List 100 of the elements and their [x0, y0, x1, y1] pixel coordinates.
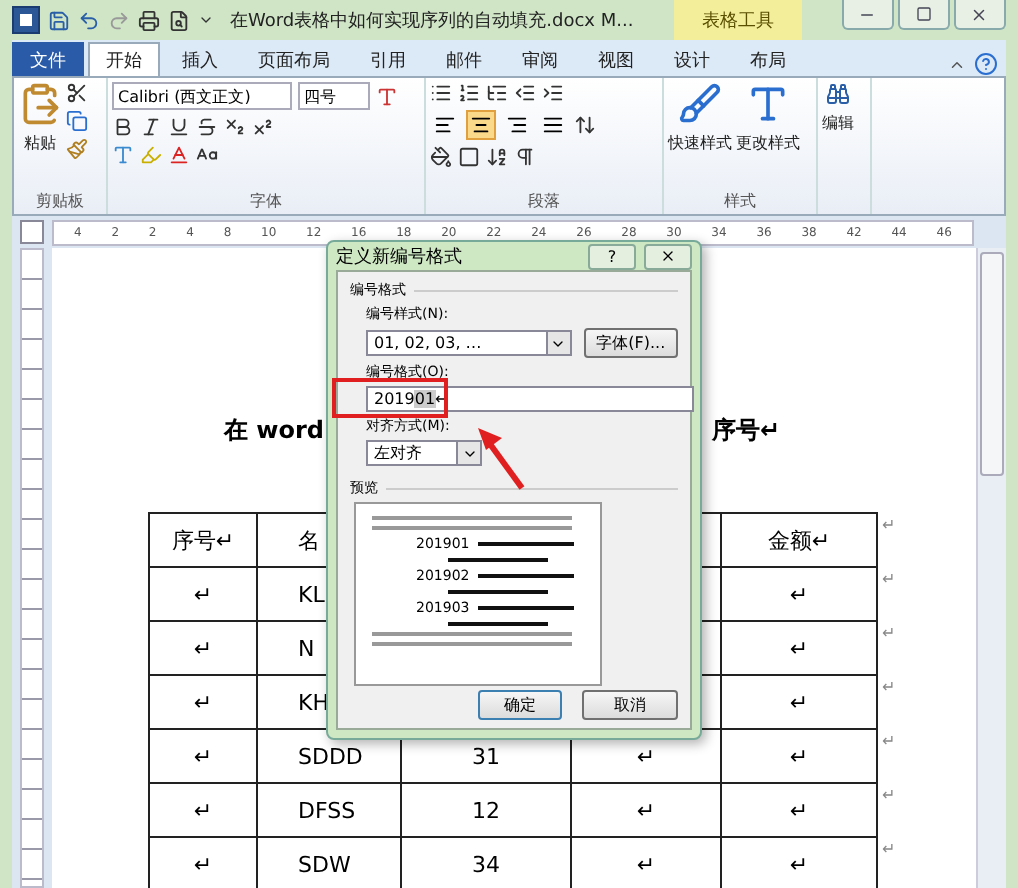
- print-icon[interactable]: [138, 9, 160, 31]
- ribbon-tab[interactable]: 开始: [88, 42, 160, 76]
- restore-button[interactable]: [897, 0, 950, 30]
- ribbon-tab[interactable]: 审阅: [504, 42, 576, 76]
- close-button[interactable]: [644, 243, 692, 269]
- strikethrough-icon[interactable]: [196, 116, 218, 138]
- close-icon: [660, 248, 676, 264]
- table-cell: SDDD: [298, 743, 363, 769]
- ribbon-tab[interactable]: 插入: [164, 42, 236, 76]
- ok-button[interactable]: 确定: [478, 690, 562, 720]
- quick-styles-button[interactable]: 快速样式: [668, 132, 732, 154]
- dialog-title: 定义新编号格式: [336, 245, 462, 269]
- number-style-select[interactable]: 01, 02, 03, …: [366, 330, 572, 356]
- bold-icon[interactable]: [112, 116, 134, 138]
- table-cell: ↵: [193, 851, 213, 877]
- ribbon-tab[interactable]: 布局: [732, 42, 804, 76]
- font-button[interactable]: 字体(F)...: [583, 328, 678, 358]
- superscript-icon[interactable]: [252, 116, 274, 138]
- table-cell: ↵: [636, 797, 656, 823]
- row-end-mark: ↵: [882, 785, 896, 803]
- table-cell: ↵: [193, 743, 213, 769]
- table-cell: 34: [472, 851, 500, 877]
- table-cell: 31: [472, 743, 500, 769]
- save-icon[interactable]: [48, 9, 70, 31]
- maximize-icon: [915, 6, 932, 22]
- group-label: 段落: [526, 190, 562, 214]
- row-end-mark: ↵: [882, 623, 896, 641]
- highlight-frame: [332, 378, 448, 418]
- table-cell: ↵: [789, 635, 809, 661]
- ribbon-tab[interactable]: 邮件: [428, 42, 500, 76]
- row-end-mark: ↵: [882, 515, 896, 533]
- table-cell: ↵: [789, 851, 809, 877]
- ribbon-tab[interactable]: 设计: [656, 42, 728, 76]
- clear-format-icon[interactable]: [376, 85, 398, 107]
- print-preview-icon[interactable]: [168, 9, 190, 31]
- table-cell: SDW: [298, 851, 351, 877]
- shading-icon[interactable]: [430, 146, 452, 168]
- table-cell: ↵: [789, 797, 809, 823]
- format-painter-icon[interactable]: [66, 138, 88, 160]
- paste-button[interactable]: 粘贴: [24, 132, 56, 154]
- customize-caret-icon[interactable]: [198, 12, 214, 28]
- cut-icon[interactable]: [66, 82, 88, 104]
- heading-text: 序号↵: [711, 413, 780, 447]
- pointer-arrow: [478, 428, 525, 490]
- row-end-mark: ↵: [882, 839, 896, 857]
- cancel-button[interactable]: 取消: [582, 690, 678, 720]
- change-styles-button[interactable]: 更改样式: [736, 132, 800, 154]
- row-end-mark: ↵: [882, 731, 896, 749]
- find-icon[interactable]: [826, 82, 850, 106]
- group-label: 剪贴板: [34, 190, 86, 214]
- ribbon-tab[interactable]: 引用: [352, 42, 424, 76]
- sort-icon[interactable]: [486, 146, 508, 168]
- multilevel-list-icon[interactable]: [486, 82, 508, 104]
- row-end-mark: ↵: [882, 677, 896, 695]
- table-cell: ↵: [193, 581, 213, 607]
- help-button[interactable]: ?: [588, 243, 636, 269]
- copy-icon[interactable]: [66, 110, 88, 132]
- tab-selector[interactable]: [20, 220, 44, 244]
- italic-icon[interactable]: [140, 116, 162, 138]
- change-styles-icon[interactable]: [746, 82, 790, 126]
- underline-icon[interactable]: [168, 116, 190, 138]
- font-name-field[interactable]: Calibri (西文正文): [112, 82, 292, 110]
- quick-styles-icon[interactable]: [678, 82, 722, 126]
- editing-button[interactable]: 编辑: [822, 112, 854, 134]
- table-cell: ↵: [789, 743, 809, 769]
- ribbon-tab[interactable]: 文件: [12, 42, 84, 76]
- column-header: 序号↵: [171, 527, 235, 553]
- change-case-icon[interactable]: [196, 144, 218, 166]
- subscript-icon[interactable]: [224, 116, 246, 138]
- font-color-icon[interactable]: [168, 144, 190, 166]
- undo-icon[interactable]: [78, 9, 100, 31]
- ribbon-tab[interactable]: 视图: [580, 42, 652, 76]
- table-cell: ↵: [193, 689, 213, 715]
- table-cell: ↵: [789, 581, 809, 607]
- word-app-icon[interactable]: [12, 6, 40, 34]
- column-header: 金额↵: [767, 527, 831, 553]
- window-title: 在Word表格中如何实现序列的自动填充.docx M...: [230, 9, 634, 33]
- table-cell: DFSS: [298, 797, 356, 823]
- ribbon-tab[interactable]: 页面布局: [240, 42, 348, 76]
- help-icon[interactable]: [974, 52, 998, 76]
- increase-indent-icon[interactable]: [542, 82, 564, 104]
- table-cell: 12: [472, 797, 500, 823]
- table-cell: ↵: [789, 689, 809, 715]
- bullet-list-icon[interactable]: [430, 82, 452, 104]
- group-label: 样式: [722, 190, 758, 214]
- align-button[interactable]: [466, 110, 496, 140]
- font-size-field[interactable]: 四号: [298, 82, 370, 110]
- line-spacing-icon[interactable]: [574, 114, 596, 136]
- group-label: 字体: [248, 190, 284, 214]
- numbered-list-icon[interactable]: [458, 82, 480, 104]
- table-cell: ↵: [636, 743, 656, 769]
- alignment-select[interactable]: 左对齐: [366, 440, 482, 466]
- close-button[interactable]: [953, 0, 1006, 30]
- heading-text: 在 word: [224, 413, 325, 447]
- row-end-mark: ↵: [882, 569, 896, 587]
- border-icon[interactable]: [458, 146, 480, 168]
- scrollbar[interactable]: [976, 248, 1006, 888]
- paragraph-mark-icon[interactable]: [514, 146, 536, 168]
- table-cell: KL: [298, 581, 325, 607]
- decrease-indent-icon[interactable]: [514, 82, 536, 104]
